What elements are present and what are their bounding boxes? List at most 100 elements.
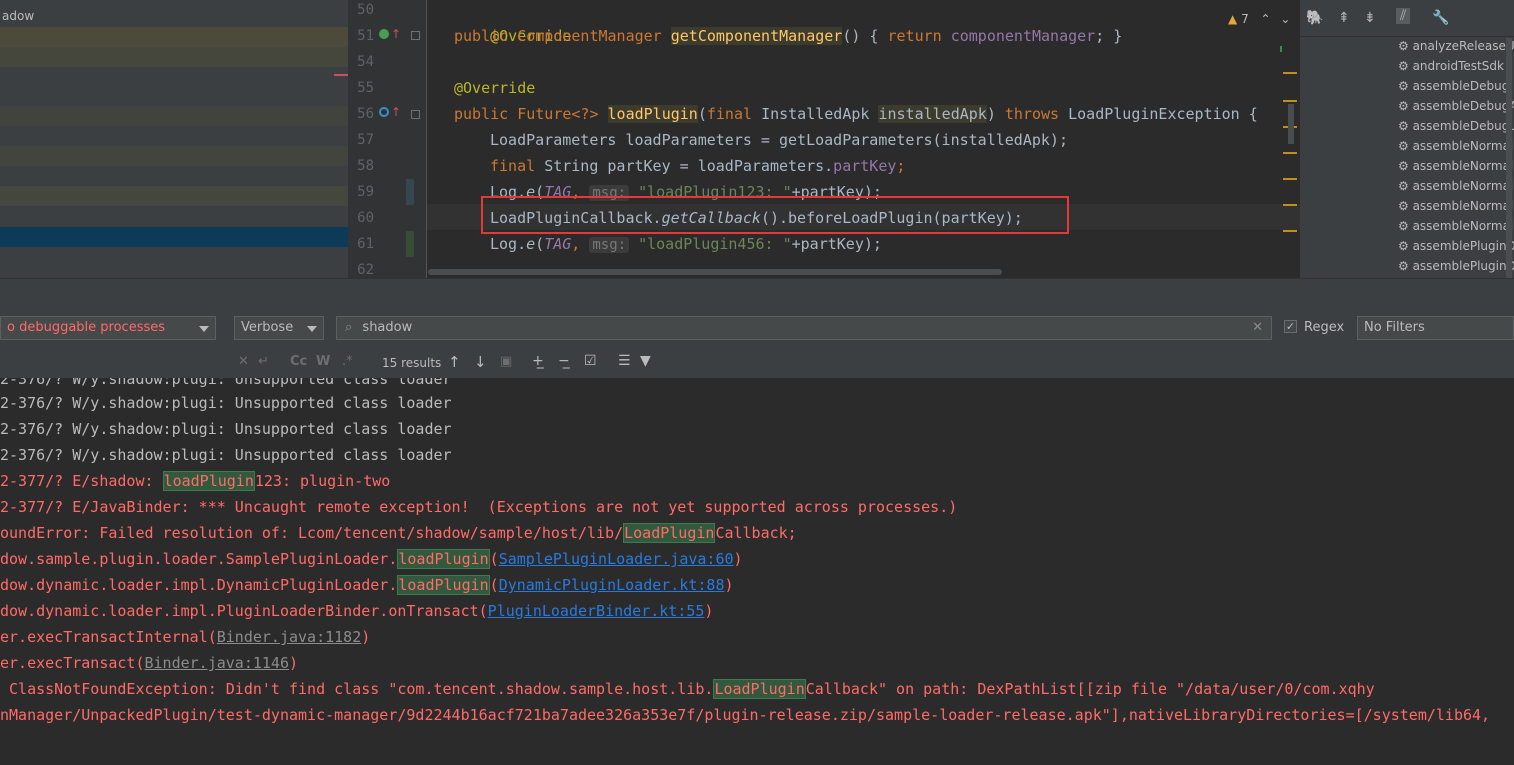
gradle-task[interactable]: ⚙ assembleNormal <box>1398 196 1513 216</box>
chevron-down-icon <box>199 326 209 332</box>
project-row-highlight[interactable] <box>0 27 348 47</box>
horizontal-scrollbar[interactable] <box>428 269 1002 275</box>
search-match: loadPlugin <box>397 549 490 569</box>
gear-icon: ⚙ <box>1398 159 1413 173</box>
overrides-icon[interactable] <box>379 107 389 117</box>
project-row-highlight[interactable] <box>0 47 348 67</box>
results-count: 15 results <box>382 356 442 370</box>
code-editor[interactable]: 50 51 54 55 56 57 58 59 60 61 62 ↑ ↑ @Ov… <box>348 0 1300 278</box>
line-number: 61 <box>357 236 374 252</box>
logcat-search-input[interactable]: ⌕ shadow ✕ <box>336 316 1272 340</box>
gradle-task[interactable]: ⚙ androidTestSdk <box>1398 56 1504 76</box>
line-number: 54 <box>357 54 374 70</box>
vcs-modified-marker <box>406 179 414 205</box>
whole-word-icon[interactable]: W <box>316 354 330 369</box>
gradle-task[interactable]: ⚙ assembleNormal <box>1398 136 1513 156</box>
gradle-task[interactable]: ⚙ assembleDebugU <box>1398 116 1514 136</box>
gradle-task[interactable]: ⚙ assembleDebugA <box>1398 96 1514 116</box>
fold-icon[interactable] <box>411 110 420 119</box>
gradle-task[interactable]: ⚙ assemblePluginD <box>1398 256 1514 276</box>
code-line: @Override <box>454 79 536 97</box>
chevron-up-icon[interactable]: ⌃ <box>1261 12 1271 26</box>
source-link[interactable]: PluginLoaderBinder.kt:55 <box>488 602 705 620</box>
log-line: er.execTransactInternal(Binder.java:1182… <box>0 628 371 646</box>
log-line: 2-377/? E/shadow: loadPlugin123: plugin-… <box>0 471 391 491</box>
add-occurrence-icon[interactable]: +̲ <box>532 353 544 369</box>
error-stripe-mark[interactable] <box>1283 72 1297 74</box>
gradle-task[interactable]: ⚙ analyzeReleaseUr <box>1398 36 1514 56</box>
gradle-task[interactable]: ⚙ assembleDebug <box>1398 76 1509 96</box>
line-number: 59 <box>357 184 374 200</box>
toggle-offline-icon[interactable]: ⫽ <box>1396 8 1411 24</box>
filter-field[interactable]: ✕ ↵ <box>0 351 272 375</box>
gear-icon: ⚙ <box>1398 119 1413 133</box>
code-line: final String partKey = loadParameters.pa… <box>490 157 906 175</box>
source-link[interactable]: Binder.java:1146 <box>145 654 290 672</box>
line-number: 57 <box>357 132 374 148</box>
select-all-icon[interactable]: ▣ <box>500 354 512 369</box>
gradle-scrollbar[interactable] <box>1506 38 1512 278</box>
override-arrow-icon[interactable]: ↑ <box>391 27 401 41</box>
clear-icon[interactable]: ✕ <box>238 354 249 369</box>
log-line: 2-376/? W/y.shadow:plugi: Unsupported cl… <box>0 394 452 412</box>
select-all-occurrences-icon[interactable]: ☑ <box>584 353 597 369</box>
elephant-icon[interactable]: 🐘 <box>1306 10 1323 26</box>
implements-icon[interactable] <box>379 29 389 39</box>
log-level-select[interactable]: Verbose <box>234 316 324 340</box>
error-stripe-mark[interactable] <box>1283 178 1297 180</box>
remove-occurrence-icon[interactable]: −̲ <box>558 353 570 369</box>
chevron-down-icon <box>307 326 317 332</box>
source-link[interactable]: DynamicPluginLoader.kt:88 <box>499 576 725 594</box>
error-stripe-mark[interactable] <box>1280 46 1282 52</box>
gutter-divider <box>426 0 427 278</box>
gradle-task[interactable]: ⚙ assembleNormal <box>1398 156 1513 176</box>
arrow-down-icon[interactable]: ↓ <box>474 353 487 371</box>
error-stripe-mark[interactable] <box>1283 100 1297 102</box>
gear-icon: ⚙ <box>1398 59 1413 73</box>
source-link[interactable]: SamplePluginLoader.java:60 <box>499 550 734 568</box>
override-arrow-icon[interactable]: ↑ <box>391 105 401 119</box>
code-line: public ComponentManager getComponentMana… <box>454 27 1123 45</box>
chevron-down-icon[interactable]: ⌄ <box>1280 12 1290 26</box>
gradle-task[interactable]: ⚙ assemblePluginD <box>1398 236 1514 256</box>
project-tree-item[interactable]: adow <box>0 6 348 26</box>
error-stripe-mark[interactable] <box>1283 204 1297 206</box>
logcat-output[interactable]: 2-376/? W/y.shadow:plugi: Unsupported cl… <box>0 378 1514 765</box>
gradle-toolbar: 🐘 ⇞ ⇟ ⫽ 🔧 <box>1300 0 1514 37</box>
filter-select[interactable]: No Filters <box>1357 316 1514 340</box>
project-row-selected[interactable] <box>0 227 348 247</box>
clear-icon[interactable]: ✕ <box>1252 317 1263 339</box>
project-row-highlight[interactable] <box>0 106 348 126</box>
log-line: 2-376/? W/y.shadow:plugi: Unsupported cl… <box>0 446 452 464</box>
search-match: LoadPlugin <box>623 523 716 543</box>
match-case-icon[interactable]: Cc <box>290 354 307 369</box>
arrow-up-icon[interactable]: ↑ <box>448 353 461 371</box>
error-stripe-mark[interactable] <box>1283 152 1297 154</box>
gradle-task[interactable]: ⚙ assembleNormal <box>1398 216 1513 236</box>
gear-icon: ⚙ <box>1398 39 1413 53</box>
tool-window-divider[interactable] <box>0 278 1514 309</box>
search-icon: ⌕ <box>345 320 353 335</box>
gradle-task[interactable]: ⚙ assembleNormal <box>1398 176 1513 196</box>
process-select[interactable]: o debuggable processes <box>0 316 216 340</box>
log-line: oundError: Failed resolution of: Lcom/te… <box>0 523 797 543</box>
warning-icon: ▲ <box>1228 12 1238 26</box>
expand-all-icon[interactable]: ⇞ <box>1338 10 1350 26</box>
project-row-highlight[interactable] <box>0 146 348 166</box>
inspection-widget[interactable]: ▲ 7 ⌃ ⌄ <box>1228 12 1290 26</box>
filter-icon[interactable]: ▼ <box>640 353 651 369</box>
line-number: 56 <box>357 106 374 122</box>
log-line: nManager/UnpackedPlugin/test-dynamic-man… <box>0 706 1491 724</box>
project-row-highlight[interactable] <box>0 186 348 206</box>
vertical-scrollbar[interactable] <box>1288 104 1294 144</box>
wrench-icon[interactable]: 🔧 <box>1432 10 1449 26</box>
collapse-all-icon[interactable]: ⇟ <box>1364 10 1376 26</box>
regex-checkbox[interactable]: ✓ <box>1284 320 1297 333</box>
fold-icon[interactable] <box>411 31 420 40</box>
multiline-icon[interactable]: ☰ <box>618 353 631 369</box>
logcat-search-bar: ✕ ↵ Cc W .* 15 results ↑ ↓ ▣ +̲ −̲ ☑ ☰ ▼ <box>0 348 1514 379</box>
regex-icon[interactable]: .* <box>342 354 353 369</box>
error-stripe-mark[interactable] <box>1283 230 1297 232</box>
newline-icon[interactable]: ↵ <box>258 354 269 369</box>
source-link[interactable]: Binder.java:1182 <box>217 628 362 646</box>
